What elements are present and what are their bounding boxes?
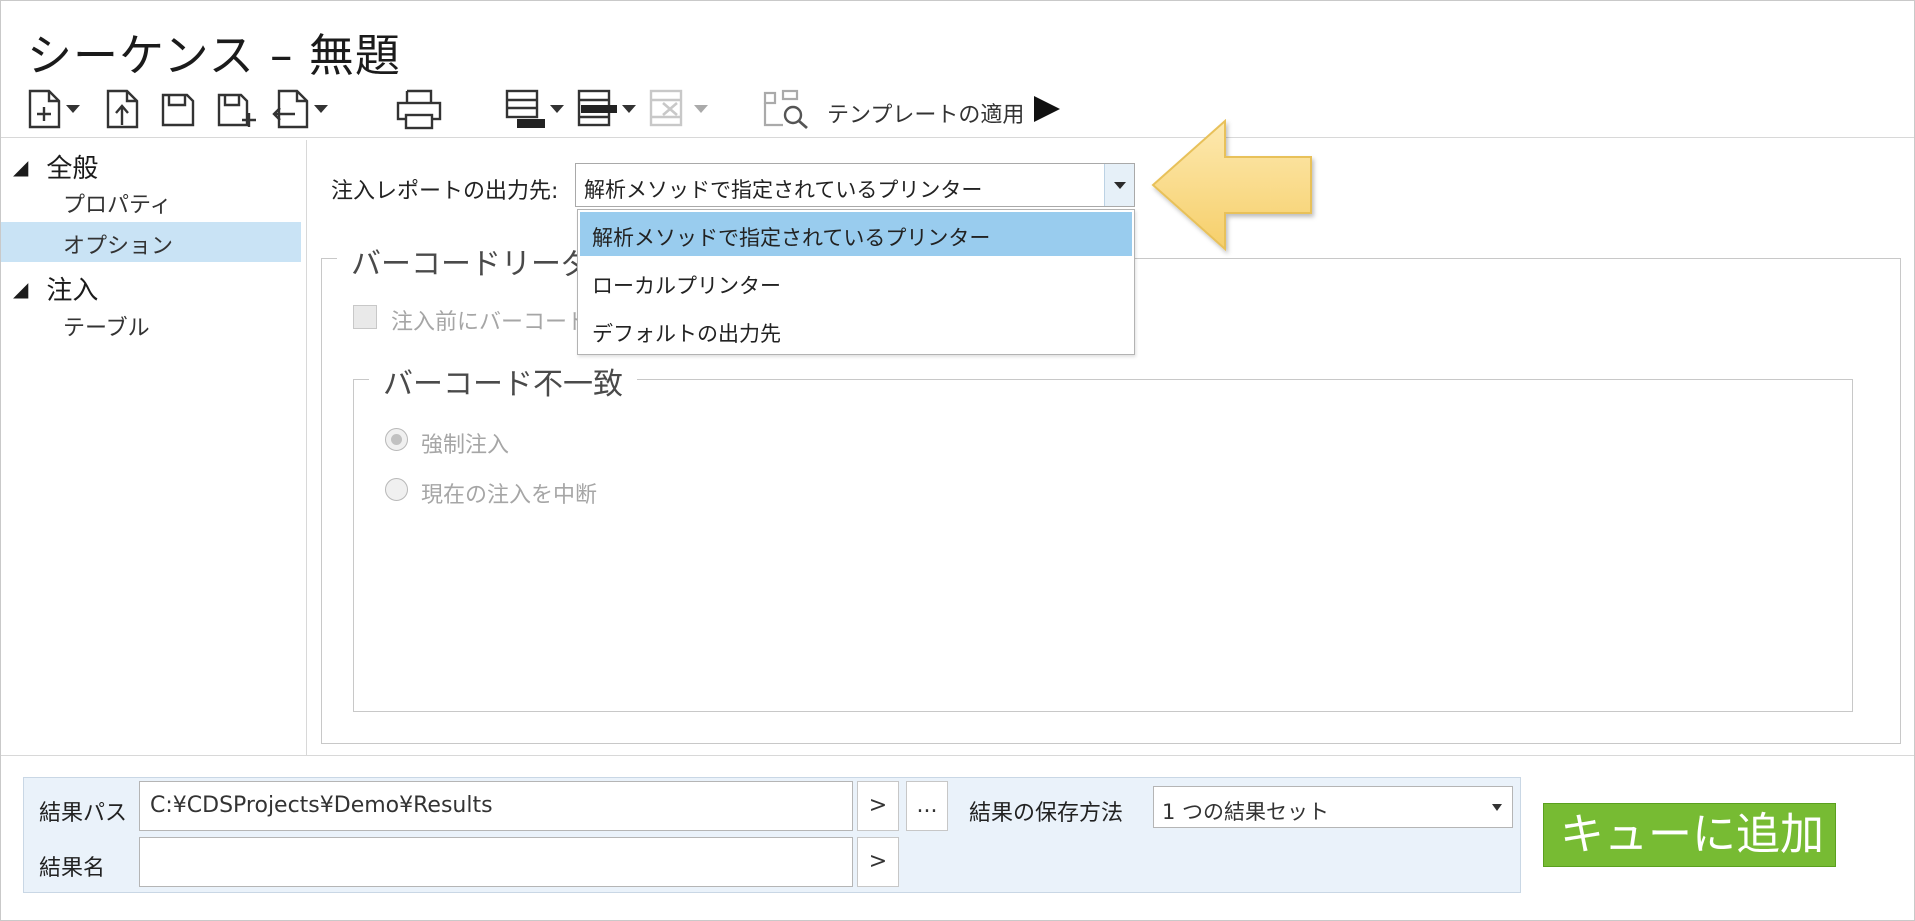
dropdown-option[interactable]: ローカルプリンター [580,260,1132,304]
chevron-down-icon[interactable] [313,104,329,114]
result-path-label: 結果パス [39,801,128,826]
chevron-down-icon [1492,804,1502,811]
dropdown-option[interactable]: デフォルトの出力先 [580,308,1132,352]
sidebar-item-properties[interactable]: プロパティ [1,181,301,221]
toolbar: テンプレートの適用 [1,83,1101,133]
sequence-window: シーケンス – 無題 テンプレートの適用 ◢ 全般 プロパティ オプション ◢ … [0,0,1915,921]
barcode-mismatch-group [353,379,1853,712]
chevron-down-icon[interactable] [693,104,709,114]
template-button[interactable] [761,87,811,131]
collapse-triangle-icon[interactable]: ◢ [13,277,28,301]
save-as-button[interactable] [215,87,259,131]
callout-arrow-icon [1151,119,1312,252]
report-output-dropdown: 解析メソッドで指定されているプリンター ローカルプリンター デフォルトの出力先 [577,209,1135,355]
force-injection-label: 強制注入 [421,433,510,458]
save-button[interactable] [159,87,197,131]
window-title: シーケンス – 無題 [27,29,401,82]
toolbar-divider [1,137,1914,138]
chevron-down-icon[interactable] [65,104,81,114]
save-method-select[interactable]: 1 つの結果セット [1153,786,1513,828]
sidebar-item-table[interactable]: テーブル [1,304,301,344]
new-doc-icon [28,89,61,129]
import-icon [272,89,309,129]
sidebar: ◢ 全般 プロパティ オプション ◢ 注入 テーブル [1,140,306,754]
run-button[interactable] [1031,93,1063,129]
sidebar-divider [306,140,307,756]
result-path-next-button[interactable]: > [857,781,899,831]
chevron-down-icon [1114,182,1126,189]
open-doc-icon [106,89,139,129]
import-button[interactable] [271,87,329,131]
print-button[interactable] [395,87,443,131]
barcode-reader-title: バーコードリーダ [337,239,605,283]
sidebar-group-injection[interactable]: ◢ 注入 [13,270,98,307]
force-injection-radio[interactable] [385,428,408,451]
report-output-label: 注入レポートの出力先: [331,179,559,204]
add-to-queue-button[interactable]: キューに追加 [1543,803,1836,867]
delete-row-icon [649,89,683,127]
new-button[interactable] [27,87,81,131]
collapse-triangle-icon[interactable]: ◢ [13,155,28,179]
sidebar-group-label: 全般 [46,154,99,184]
barcode-check-label: 注入前にバーコード [391,310,590,335]
insert-row-below-icon [577,89,617,127]
result-name-input[interactable] [139,837,853,887]
chevron-down-icon[interactable] [549,104,565,114]
abort-injection-radio[interactable] [385,478,408,501]
sidebar-group-label: 注入 [46,276,99,306]
delete-row-button[interactable] [647,87,709,131]
report-output-select[interactable]: 解析メソッドで指定されているプリンター [575,163,1135,207]
dropdown-option[interactable]: 解析メソッドで指定されているプリンター [580,212,1132,256]
dropdown-arrow-button[interactable] [1104,164,1134,206]
save-method-label: 結果の保存方法 [969,801,1124,826]
browse-button[interactable]: ... [906,781,948,831]
barcode-mismatch-title: バーコード不一致 [369,359,637,403]
open-button[interactable] [105,87,141,131]
print-icon [396,89,442,130]
sidebar-item-options[interactable]: オプション [1,222,301,262]
result-path-input[interactable]: C:¥CDSProjects¥Demo¥Results [139,781,853,831]
insert-row-above-icon [505,89,545,128]
save-icon [161,93,195,127]
chevron-down-icon[interactable] [621,104,637,114]
barcode-check-checkbox[interactable] [353,305,377,329]
apply-template-label[interactable]: テンプレートの適用 [827,97,1024,129]
save-as-icon [217,93,256,127]
result-name-label: 結果名 [39,856,106,881]
result-name-next-button[interactable]: > [857,837,899,887]
play-icon [1034,96,1060,122]
main-divider [1,755,1914,756]
insert-row-below-button[interactable] [575,87,637,131]
insert-row-above-button[interactable] [503,87,565,131]
sidebar-group-general[interactable]: ◢ 全般 [13,148,98,185]
template-icon [763,89,808,130]
abort-injection-label: 現在の注入を中断 [421,483,598,508]
